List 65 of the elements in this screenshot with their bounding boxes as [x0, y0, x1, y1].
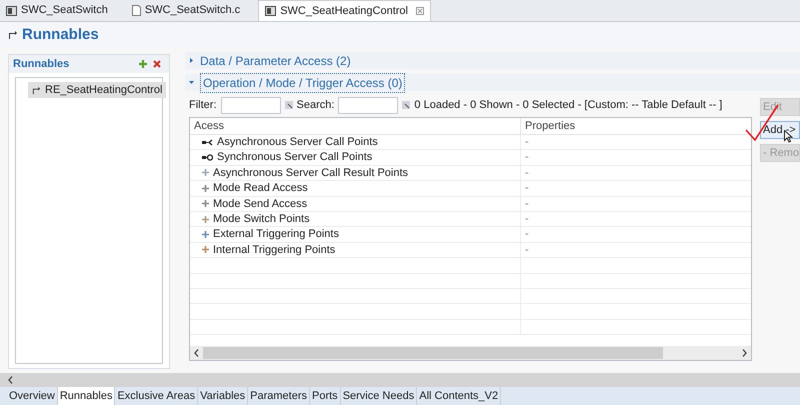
file-icon: [132, 5, 141, 16]
cursor-icon: [784, 130, 793, 143]
bottom-scrollbar[interactable]: [0, 373, 800, 387]
column-header[interactable]: Properties: [520, 118, 751, 134]
editor-tab[interactable]: SWC_SeatSwitch.c: [126, 0, 246, 21]
tab-label: SWC_SeatHeatingControl: [280, 4, 408, 19]
page-tab[interactable]: Variables: [198, 387, 248, 405]
scroll-thumb[interactable]: [203, 347, 663, 359]
table-cell-text: -: [525, 212, 529, 227]
caret-down-icon: [189, 80, 194, 85]
tab-label: SWC_SeatSwitch: [21, 3, 108, 18]
search-label: Search:: [296, 98, 334, 113]
editor-tab[interactable]: SWC_SeatHeatingControl: [258, 0, 431, 21]
scroll-right-icon[interactable]: [742, 349, 747, 357]
filter-field[interactable]: [220, 96, 280, 114]
connector-icon: [202, 154, 213, 162]
page-tab[interactable]: Exclusive Areas: [115, 387, 198, 405]
search-field[interactable]: [338, 96, 398, 114]
table-cell-text: -: [525, 166, 529, 181]
table-cell-text: Synchronous Server Call Points: [217, 150, 372, 166]
page-tab[interactable]: Service Needs: [340, 387, 418, 405]
clear-icon[interactable]: [284, 101, 292, 109]
table-cell-text: Mode Read Access: [213, 181, 308, 196]
runnable-item[interactable]: RE_SeatHeatingControl: [28, 82, 166, 98]
table-cell-text: Mode Switch Points: [213, 212, 310, 227]
table-cell-text: -: [525, 134, 529, 150]
close-icon[interactable]: [416, 7, 424, 15]
column-header[interactable]: Acess: [190, 118, 520, 134]
table-cell-text: Asynchronous Server Call Points: [217, 134, 378, 150]
section-header[interactable]: Data / Parameter Access (2): [185, 52, 800, 69]
component-icon: [6, 6, 17, 16]
page-tab[interactable]: Ports: [310, 387, 341, 405]
runnable-icon: [32, 86, 41, 94]
connector-icon: [202, 138, 213, 146]
filter-label: Filter:: [189, 98, 216, 113]
page-tab[interactable]: Parameters: [248, 387, 310, 405]
section-header[interactable]: Operation / Mode / Trigger Access (0): [185, 74, 800, 91]
table-cell-text: -: [525, 181, 529, 196]
table-cell-text: Internal Triggering Points: [213, 242, 336, 258]
caret-right-icon: [189, 58, 194, 63]
runnable-label: RE_SeatHeatingControl: [45, 82, 162, 98]
panel-title: Runnables: [13, 56, 70, 72]
scroll-left-icon[interactable]: [194, 349, 199, 357]
runnable-icon: [8, 30, 18, 40]
page-title: Runnables: [22, 24, 99, 45]
section-title: Data / Parameter Access (2): [200, 52, 351, 70]
table-cell-text: -: [525, 227, 529, 242]
table-cell-text: -: [525, 242, 529, 258]
editor-tab[interactable]: SWC_SeatSwitch: [0, 0, 114, 21]
table-cell-text: External Triggering Points: [213, 227, 339, 242]
table-cell-text: -: [525, 150, 529, 166]
horizontal-scrollbar[interactable]: [190, 346, 751, 360]
delete-icon[interactable]: [153, 60, 161, 68]
page-tab[interactable]: All Contents_V2: [417, 387, 502, 405]
table-cell-text: Asynchronous Server Call Result Points: [213, 166, 408, 181]
clear-icon[interactable]: [402, 101, 410, 109]
table-cell-text: -: [525, 196, 529, 212]
status-text: 0 Loaded - 0 Shown - 0 Selected - [Custom: -- Table Default -- ]: [414, 98, 722, 113]
scroll-left-icon[interactable]: [8, 376, 13, 384]
add-icon[interactable]: [139, 60, 147, 68]
page-tab[interactable]: Runnables: [58, 387, 116, 405]
component-icon: [265, 6, 276, 16]
section-title: Operation / Mode / Trigger Access (0): [200, 72, 406, 92]
table-cell-text: Mode Send Access: [213, 196, 308, 212]
tab-label: SWC_SeatSwitch.c: [144, 3, 240, 18]
